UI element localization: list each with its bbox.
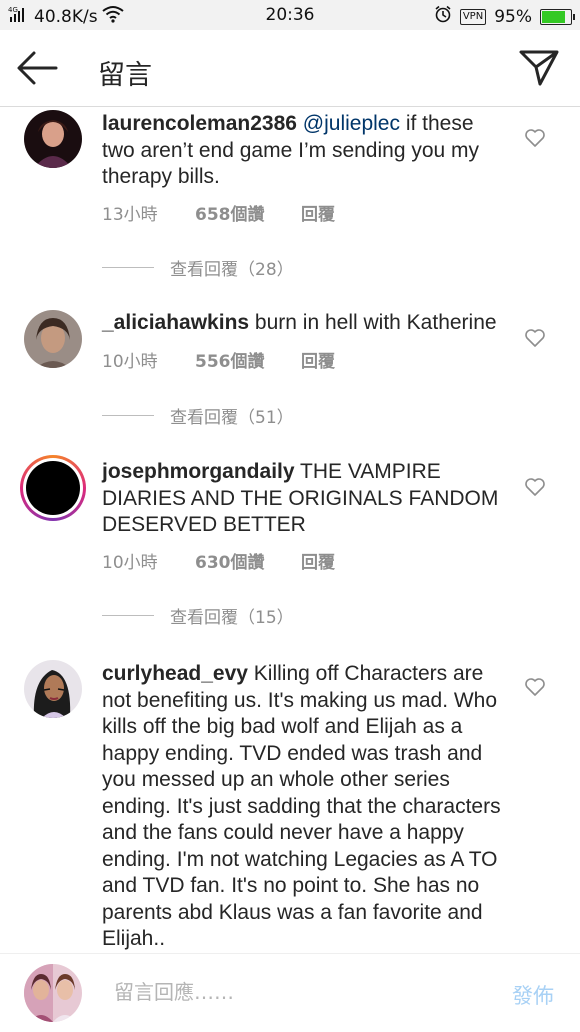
direct-message-button[interactable] bbox=[518, 46, 560, 88]
comment-username[interactable]: laurencoleman2386 bbox=[102, 112, 297, 135]
comment-composer: 發佈 bbox=[0, 953, 580, 1032]
heart-icon bbox=[525, 678, 545, 696]
battery-icon bbox=[540, 8, 575, 25]
heart-icon bbox=[525, 129, 545, 147]
comment-username[interactable]: _aliciahawkins bbox=[102, 311, 249, 334]
page-title: 留言 bbox=[98, 60, 152, 91]
comment-body: josephmorgandaily THE VAMPIRE DIARIES AN… bbox=[102, 459, 507, 539]
comment-input[interactable] bbox=[114, 980, 474, 1004]
comment-username[interactable]: curlyhead_evy bbox=[102, 662, 248, 685]
divider-line bbox=[102, 267, 154, 268]
divider-line bbox=[102, 615, 154, 616]
comment-text: Killing off Characters are not benefitin… bbox=[102, 662, 501, 950]
comment-list[interactable]: laurencoleman2386 @julieplec if these tw… bbox=[0, 107, 580, 953]
vpn-badge: VPN bbox=[459, 8, 487, 25]
comment-meta: 10小時 556個讚 回覆 bbox=[102, 347, 335, 372]
app-header: 留言 bbox=[0, 30, 580, 107]
avatar[interactable] bbox=[24, 310, 82, 368]
view-replies-button[interactable]: 查看回覆（15） bbox=[102, 603, 294, 628]
comment-meta: 10小時 630個讚 回覆 bbox=[102, 548, 335, 573]
like-button[interactable] bbox=[524, 676, 546, 698]
comment-body: laurencoleman2386 @julieplec if these tw… bbox=[102, 111, 507, 191]
view-replies-label: 查看回覆（15） bbox=[170, 608, 294, 628]
battery-percent: 95% bbox=[494, 6, 532, 27]
comment-username[interactable]: josephmorgandaily bbox=[102, 460, 295, 483]
comment-likes[interactable]: 658個讚 bbox=[195, 200, 301, 225]
view-replies-label: 查看回覆（51） bbox=[170, 408, 294, 428]
avatar-with-story[interactable] bbox=[20, 455, 86, 521]
reply-button[interactable]: 回覆 bbox=[301, 200, 335, 225]
reply-button[interactable]: 回覆 bbox=[301, 347, 335, 372]
comment-time: 10小時 bbox=[102, 553, 158, 573]
view-replies-label: 查看回覆（28） bbox=[170, 260, 294, 280]
reply-button[interactable]: 回覆 bbox=[301, 548, 335, 573]
comment-mention[interactable]: @julieplec bbox=[303, 112, 400, 135]
heart-icon bbox=[525, 329, 545, 347]
avatar[interactable] bbox=[24, 110, 82, 168]
my-avatar bbox=[24, 964, 82, 1022]
avatar[interactable] bbox=[24, 660, 82, 718]
view-replies-button[interactable]: 查看回覆（51） bbox=[102, 403, 294, 428]
comment-body: _aliciahawkins burn in hell with Katheri… bbox=[102, 310, 507, 337]
alarm-icon bbox=[434, 5, 452, 28]
like-button[interactable] bbox=[524, 127, 546, 149]
view-replies-button[interactable]: 查看回覆（28） bbox=[102, 255, 294, 280]
battery-fill bbox=[542, 10, 565, 23]
comment-body: curlyhead_evy Killing off Characters are… bbox=[102, 661, 507, 953]
comment-time: 13小時 bbox=[102, 205, 158, 225]
comment-likes[interactable]: 630個讚 bbox=[195, 548, 301, 573]
comment-likes[interactable]: 556個讚 bbox=[195, 347, 301, 372]
paper-plane-icon bbox=[519, 50, 559, 86]
like-button[interactable] bbox=[524, 476, 546, 498]
like-button[interactable] bbox=[524, 327, 546, 349]
divider-line bbox=[102, 415, 154, 416]
comment-text: burn in hell with Katherine bbox=[249, 311, 497, 334]
comment-meta: 13小時 658個讚 回覆 bbox=[102, 200, 335, 225]
status-bar: 4G 40.8K/s 20:36 VPN 95% bbox=[0, 0, 580, 30]
back-arrow-icon bbox=[17, 51, 58, 85]
heart-icon bbox=[525, 478, 545, 496]
back-button[interactable] bbox=[14, 48, 60, 88]
comment-time: 10小時 bbox=[102, 352, 158, 372]
post-button[interactable]: 發佈 bbox=[512, 980, 554, 1010]
